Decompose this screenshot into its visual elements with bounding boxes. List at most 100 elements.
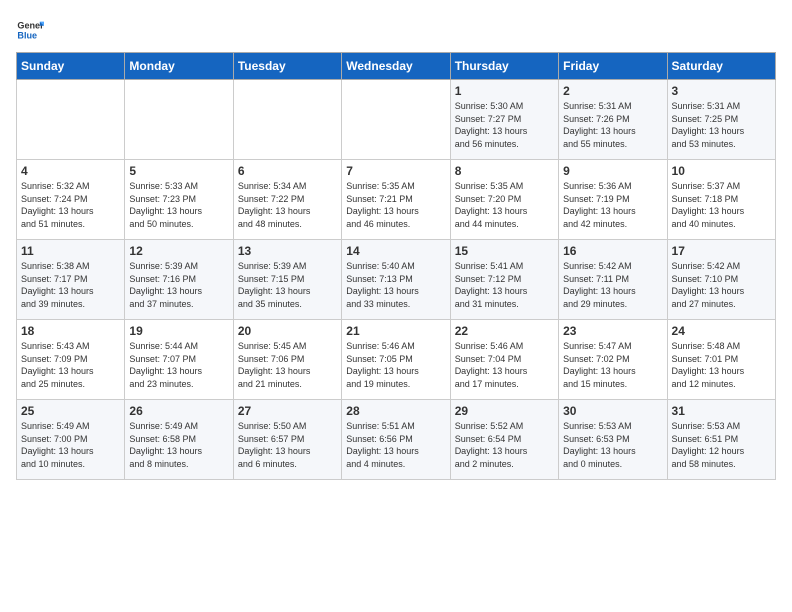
header-cell-friday: Friday (559, 53, 667, 80)
day-number: 21 (346, 324, 445, 338)
day-cell: 9 Sunrise: 5:36 AMSunset: 7:19 PMDaylight… (559, 160, 667, 240)
day-info: Sunrise: 5:51 AMSunset: 6:56 PMDaylight:… (346, 420, 445, 470)
day-number: 27 (238, 404, 337, 418)
day-info: Sunrise: 5:47 AMSunset: 7:02 PMDaylight:… (563, 340, 662, 390)
day-number: 29 (455, 404, 554, 418)
day-cell: 1 Sunrise: 5:30 AMSunset: 7:27 PMDaylight… (450, 80, 558, 160)
day-number: 28 (346, 404, 445, 418)
day-number: 22 (455, 324, 554, 338)
day-cell: 29 Sunrise: 5:52 AMSunset: 6:54 PMDayligh… (450, 400, 558, 480)
day-number: 4 (21, 164, 120, 178)
day-number: 6 (238, 164, 337, 178)
header-cell-wednesday: Wednesday (342, 53, 450, 80)
day-cell: 31 Sunrise: 5:53 AMSunset: 6:51 PMDayligh… (667, 400, 775, 480)
day-cell: 17 Sunrise: 5:42 AMSunset: 7:10 PMDayligh… (667, 240, 775, 320)
day-info: Sunrise: 5:42 AMSunset: 7:10 PMDaylight:… (672, 260, 771, 310)
day-number: 1 (455, 84, 554, 98)
day-info: Sunrise: 5:37 AMSunset: 7:18 PMDaylight:… (672, 180, 771, 230)
day-number: 9 (563, 164, 662, 178)
header-cell-thursday: Thursday (450, 53, 558, 80)
day-info: Sunrise: 5:39 AMSunset: 7:16 PMDaylight:… (129, 260, 228, 310)
day-number: 17 (672, 244, 771, 258)
day-info: Sunrise: 5:36 AMSunset: 7:19 PMDaylight:… (563, 180, 662, 230)
day-number: 16 (563, 244, 662, 258)
day-cell: 6 Sunrise: 5:34 AMSunset: 7:22 PMDaylight… (233, 160, 341, 240)
day-number: 18 (21, 324, 120, 338)
day-cell: 10 Sunrise: 5:37 AMSunset: 7:18 PMDayligh… (667, 160, 775, 240)
day-info: Sunrise: 5:44 AMSunset: 7:07 PMDaylight:… (129, 340, 228, 390)
day-cell: 25Sunrise: 5:49 AMSunset: 7:00 PMDayligh… (17, 400, 125, 480)
header-cell-saturday: Saturday (667, 53, 775, 80)
day-number: 25 (21, 404, 120, 418)
header-cell-tuesday: Tuesday (233, 53, 341, 80)
day-cell: 18 Sunrise: 5:43 AMSunset: 7:09 PMDayligh… (17, 320, 125, 400)
day-cell: 15Sunrise: 5:41 AMSunset: 7:12 PMDayligh… (450, 240, 558, 320)
day-info: Sunrise: 5:39 AMSunset: 7:15 PMDaylight:… (238, 260, 337, 310)
day-cell: 13 Sunrise: 5:39 AMSunset: 7:15 PMDayligh… (233, 240, 341, 320)
day-number: 31 (672, 404, 771, 418)
day-cell: 2Sunrise: 5:31 AMSunset: 7:26 PMDaylight… (559, 80, 667, 160)
day-number: 24 (672, 324, 771, 338)
day-info: Sunrise: 5:52 AMSunset: 6:54 PMDaylight:… (455, 420, 554, 470)
day-info: Sunrise: 5:35 AMSunset: 7:20 PMDaylight:… (455, 180, 554, 230)
day-cell (342, 80, 450, 160)
day-number: 14 (346, 244, 445, 258)
calendar-table: SundayMondayTuesdayWednesdayThursdayFrid… (16, 52, 776, 480)
day-cell (17, 80, 125, 160)
day-info: Sunrise: 5:42 AMSunset: 7:11 PMDaylight:… (563, 260, 662, 310)
day-info: Sunrise: 5:49 AMSunset: 6:58 PMDaylight:… (129, 420, 228, 470)
week-row-5: 25Sunrise: 5:49 AMSunset: 7:00 PMDayligh… (17, 400, 776, 480)
day-number: 20 (238, 324, 337, 338)
day-info: Sunrise: 5:53 AMSunset: 6:51 PMDaylight:… (672, 420, 771, 470)
day-cell: 22 Sunrise: 5:46 AMSunset: 7:04 PMDayligh… (450, 320, 558, 400)
day-cell: 5Sunrise: 5:33 AMSunset: 7:23 PMDaylight… (125, 160, 233, 240)
day-info: Sunrise: 5:46 AMSunset: 7:04 PMDaylight:… (455, 340, 554, 390)
day-number: 10 (672, 164, 771, 178)
day-cell: 30 Sunrise: 5:53 AMSunset: 6:53 PMDayligh… (559, 400, 667, 480)
day-number: 26 (129, 404, 228, 418)
day-cell: 27Sunrise: 5:50 AMSunset: 6:57 PMDayligh… (233, 400, 341, 480)
day-info: Sunrise: 5:32 AMSunset: 7:24 PMDaylight:… (21, 180, 120, 230)
week-row-4: 18 Sunrise: 5:43 AMSunset: 7:09 PMDayligh… (17, 320, 776, 400)
day-info: Sunrise: 5:48 AMSunset: 7:01 PMDaylight:… (672, 340, 771, 390)
day-number: 13 (238, 244, 337, 258)
day-cell: 23 Sunrise: 5:47 AMSunset: 7:02 PMDayligh… (559, 320, 667, 400)
day-cell: 21 Sunrise: 5:46 AMSunset: 7:05 PMDayligh… (342, 320, 450, 400)
day-info: Sunrise: 5:46 AMSunset: 7:05 PMDaylight:… (346, 340, 445, 390)
day-number: 7 (346, 164, 445, 178)
page-header: General Blue (16, 16, 776, 44)
header-cell-monday: Monday (125, 53, 233, 80)
day-info: Sunrise: 5:34 AMSunset: 7:22 PMDaylight:… (238, 180, 337, 230)
day-cell: 3Sunrise: 5:31 AMSunset: 7:25 PMDaylight… (667, 80, 775, 160)
day-number: 2 (563, 84, 662, 98)
day-number: 30 (563, 404, 662, 418)
day-cell: 4 Sunrise: 5:32 AMSunset: 7:24 PMDaylight… (17, 160, 125, 240)
week-row-1: 1 Sunrise: 5:30 AMSunset: 7:27 PMDaylight… (17, 80, 776, 160)
day-info: Sunrise: 5:43 AMSunset: 7:09 PMDaylight:… (21, 340, 120, 390)
day-cell: 7 Sunrise: 5:35 AMSunset: 7:21 PMDaylight… (342, 160, 450, 240)
day-cell: 28 Sunrise: 5:51 AMSunset: 6:56 PMDayligh… (342, 400, 450, 480)
day-cell: 12 Sunrise: 5:39 AMSunset: 7:16 PMDayligh… (125, 240, 233, 320)
day-cell (233, 80, 341, 160)
day-info: Sunrise: 5:41 AMSunset: 7:12 PMDaylight:… (455, 260, 554, 310)
day-cell: 11Sunrise: 5:38 AMSunset: 7:17 PMDayligh… (17, 240, 125, 320)
day-cell: 19 Sunrise: 5:44 AMSunset: 7:07 PMDayligh… (125, 320, 233, 400)
day-number: 5 (129, 164, 228, 178)
day-number: 12 (129, 244, 228, 258)
day-number: 19 (129, 324, 228, 338)
week-row-3: 11Sunrise: 5:38 AMSunset: 7:17 PMDayligh… (17, 240, 776, 320)
day-info: Sunrise: 5:45 AMSunset: 7:06 PMDaylight:… (238, 340, 337, 390)
day-cell: 8Sunrise: 5:35 AMSunset: 7:20 PMDaylight… (450, 160, 558, 240)
day-cell: 20 Sunrise: 5:45 AMSunset: 7:06 PMDayligh… (233, 320, 341, 400)
day-info: Sunrise: 5:35 AMSunset: 7:21 PMDaylight:… (346, 180, 445, 230)
day-info: Sunrise: 5:53 AMSunset: 6:53 PMDaylight:… (563, 420, 662, 470)
day-info: Sunrise: 5:30 AMSunset: 7:27 PMDaylight:… (455, 100, 554, 150)
logo-icon: General Blue (16, 16, 44, 44)
day-info: Sunrise: 5:38 AMSunset: 7:17 PMDaylight:… (21, 260, 120, 310)
day-number: 23 (563, 324, 662, 338)
svg-text:Blue: Blue (17, 30, 37, 40)
day-info: Sunrise: 5:40 AMSunset: 7:13 PMDaylight:… (346, 260, 445, 310)
logo: General Blue (16, 16, 52, 44)
day-cell: 24 Sunrise: 5:48 AMSunset: 7:01 PMDayligh… (667, 320, 775, 400)
header-cell-sunday: Sunday (17, 53, 125, 80)
